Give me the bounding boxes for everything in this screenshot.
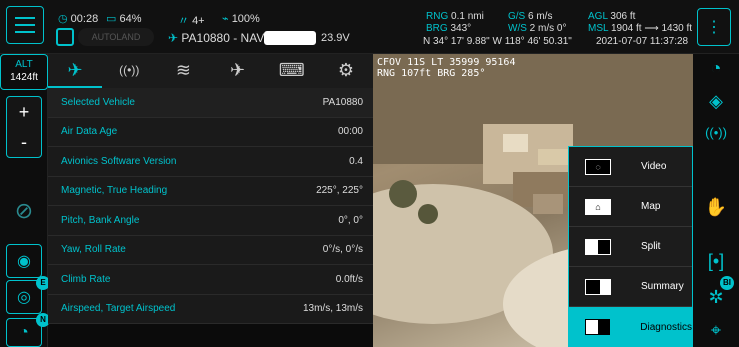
row-value: 13m/s, 13m/s [302,303,363,315]
alt-label: ALT [15,59,33,70]
gs-readout: G/S 6 m/s [508,11,553,22]
tab-radio[interactable]: ((•)) [102,54,156,88]
lock-icon[interactable] [56,28,74,46]
battery-icon: ▭ [106,13,117,25]
row-key: Selected Vehicle [61,96,135,108]
row-key: Avionics Software Version [61,155,177,167]
map-view-icon: ⌂ [585,198,611,215]
gear-icon: ⚙ [337,59,355,80]
altitude-display: ALT 1424ft [0,54,48,90]
aircraft-icon: ✈ [67,59,83,80]
clock-icon: ◷ [58,13,68,25]
view-label: Video [641,161,667,172]
row-key: Airspeed, Target Airspeed [61,303,176,315]
split-view-icon [585,238,611,255]
row-key: Magnetic, True Heading [61,185,168,197]
view-map[interactable]: ⌂ Map [569,187,692,227]
view-summary[interactable]: Summary [569,267,692,307]
row-value: PA10880 [322,96,363,108]
table-row: Avionics Software Version 0.4 [48,147,373,177]
gimbal-camera-icon[interactable]: ◉ [6,244,42,278]
voltage: 23.9V [321,32,350,44]
plane-icon: ✈ [230,59,246,80]
ws-readout: W/S 2 m/s 0° [508,23,567,34]
clock-status: ◷ 00:28 [58,13,99,25]
signal-icon: 〃 [178,15,189,27]
row-value: 0°, 0° [338,214,363,226]
datetime: 2021-07-07 11:37:28 [596,36,689,47]
view-selector: ◌ Video ⌂ Map Split Summary Diagnostics [568,146,693,347]
zoom-out-button[interactable]: - [7,127,41,157]
zoom-control: + - [6,96,42,158]
link-status: ⌁ 100% [222,13,260,25]
vehicle-name[interactable]: ✈ PA10880 - NAV [168,31,264,45]
aircraft-icon: ✈ [168,31,179,45]
radio-icon: ((•)) [119,63,140,77]
view-diagnostics[interactable]: Diagnostics [569,307,692,347]
row-key: Air Data Age [61,126,118,138]
row-value: 0.4 [349,155,363,167]
tab-wind[interactable]: ≋ [156,54,210,88]
zoom-in-button[interactable]: + [7,97,41,127]
no-gps-icon[interactable]: ⊘ [6,194,42,228]
hand-icon[interactable]: ✋ [699,190,733,224]
table-row: Selected Vehicle PA10880 [48,88,373,118]
battery-bar [264,31,316,45]
signal-status: 〃 4+ [178,15,205,27]
tab-bar: ✈ ((•)) ≋ ✈ ⌨ ⚙ [48,54,373,88]
row-key: Pitch, Bank Angle [61,214,140,226]
summary-view-icon [585,278,611,295]
cfov-text: CFOV 11S LT 35999 95164 [377,57,516,68]
camera-overlay: CFOV 11S LT 35999 95164 RNG 107ft BRG 28… [377,57,515,79]
battery-status: ▭ 64% [106,13,142,25]
focus-icon[interactable]: [•] [699,244,733,278]
gamepad-icon: ⌨ [278,59,305,80]
row-key: Yaw, Roll Rate [61,244,126,256]
view-label: Diagnostics [640,321,692,333]
view-video[interactable]: ◌ Video [569,147,692,187]
view-label: Split [641,241,661,252]
view-label: Summary [641,281,684,292]
table-row: Air Data Age 00:00 [48,117,373,147]
more-menu-button[interactable]: ⋮ [697,8,731,46]
agl-readout: AGL 306 ft [588,11,636,22]
msl-readout: MSL 1904 ft ⟶ 1430 ft [588,23,693,34]
map-pin-icon[interactable]: ⌖ [699,313,733,347]
link-icon: ⌁ [222,13,229,25]
row-value: 0°/s, 0°/s [322,244,363,256]
table-row: Airspeed, Target Airspeed 13m/s, 13m/s [48,294,373,324]
alt-value: 1424ft [10,72,38,83]
compass-icon[interactable]: ◔ [699,51,733,85]
wind-icon: ≋ [175,59,191,80]
coordinates: N 34° 17' 9.88" W 118° 46' 50.31" [423,36,572,47]
row-value: 225°, 225° [316,185,363,197]
view-split[interactable]: Split [569,227,692,267]
range-text: RNG 107ft BRG 285° [377,68,486,79]
row-value: 00:00 [337,126,363,138]
autoland-button[interactable]: AUTOLAND [78,28,154,46]
menu-button[interactable] [6,6,44,44]
tab-plane[interactable]: ✈ [211,54,265,88]
navigate-icon[interactable]: ◈ [699,84,733,118]
view-label: Map [641,201,661,212]
table-row: Magnetic, True Heading 225°, 225° [48,176,373,206]
table-row: Climb Rate 0.0ft/s [48,265,373,295]
aperture-badge: BI [720,276,734,290]
tab-gamepad[interactable]: ⌨ [265,54,319,88]
broadcast-icon[interactable]: ((•)) [699,115,733,149]
tab-settings[interactable]: ⚙ [319,54,373,88]
brg-readout: BRG 343° [426,23,472,34]
rng-readout: RNG 0.1 nmi [426,11,484,22]
video-view-icon: ◌ [585,158,611,175]
diagnostics-table: Selected Vehicle PA10880 Air Data Age 00:0… [48,88,373,347]
tab-aircraft[interactable]: ✈ [48,54,103,88]
table-row: Yaw, Roll Rate 0°/s, 0°/s [48,235,373,265]
row-key: Climb Rate [61,273,111,285]
row-value: 0.0ft/s [335,273,363,285]
table-row: Pitch, Bank Angle 0°, 0° [48,206,373,236]
diagnostics-view-icon [585,319,611,335]
